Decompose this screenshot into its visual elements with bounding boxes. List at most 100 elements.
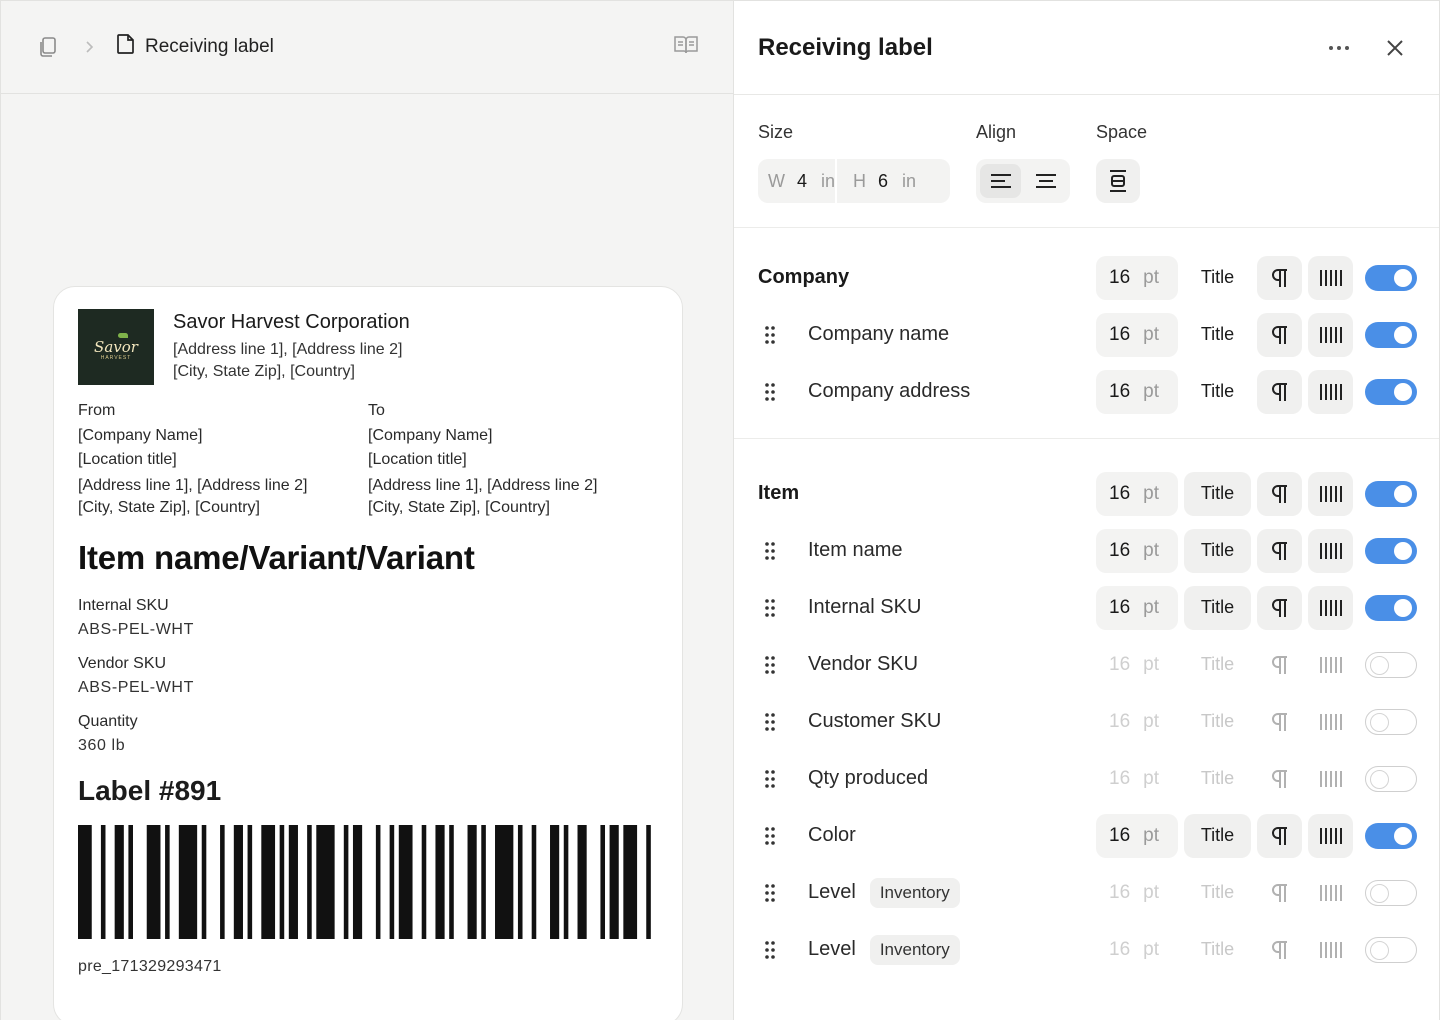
barcode-bar (307, 825, 312, 939)
drag-handle-icon[interactable] (758, 325, 782, 345)
text-style-select[interactable]: Title (1184, 471, 1251, 516)
visibility-toggle[interactable] (1365, 936, 1417, 963)
field-controls: 16 pt Title (1096, 807, 1417, 864)
book-open-icon[interactable] (673, 34, 699, 61)
barcode-icon (1319, 326, 1342, 343)
font-size-input[interactable]: 16 pt (1096, 369, 1178, 414)
barcode-bar (279, 825, 285, 939)
barcode-button[interactable] (1308, 369, 1353, 414)
paragraph-button[interactable] (1257, 471, 1302, 516)
visibility-toggle[interactable] (1365, 708, 1417, 735)
paragraph-button[interactable] (1257, 757, 1302, 801)
visibility-toggle[interactable] (1365, 264, 1417, 291)
barcode-button[interactable] (1308, 928, 1353, 972)
barcode-icon (1319, 599, 1342, 616)
visibility-toggle[interactable] (1365, 765, 1417, 792)
font-size-input[interactable]: 16 pt (1096, 871, 1178, 915)
drag-handle-icon[interactable] (758, 712, 782, 732)
barcode-button[interactable] (1308, 700, 1353, 744)
text-style-select[interactable]: Title (1184, 813, 1251, 858)
breadcrumb-current[interactable]: Receiving label (115, 32, 274, 62)
paragraph-button[interactable] (1257, 369, 1302, 414)
copy-pages-icon[interactable] (35, 34, 61, 60)
font-size-input[interactable]: 16 pt (1096, 585, 1178, 630)
field-row: Item name 16 pt Title (734, 522, 1439, 579)
drag-handle-icon[interactable] (758, 883, 782, 903)
align-center-button[interactable] (1025, 164, 1066, 198)
more-options-button[interactable] (1319, 28, 1359, 68)
barcode-bar (435, 825, 445, 939)
text-style-select[interactable]: Title (1184, 700, 1251, 744)
field-row: Vendor SKU 16 pt Title (734, 636, 1439, 693)
barcode-bar (316, 825, 335, 939)
barcode-button[interactable] (1308, 255, 1353, 300)
font-size-input[interactable]: 16 pt (1096, 700, 1178, 744)
barcode-button[interactable] (1308, 471, 1353, 516)
barcode-bar (114, 825, 124, 939)
barcode-button[interactable] (1308, 312, 1353, 357)
drag-handle-icon[interactable] (758, 382, 782, 402)
close-button[interactable] (1375, 28, 1415, 68)
paragraph-button[interactable] (1257, 700, 1302, 744)
visibility-toggle[interactable] (1365, 594, 1417, 621)
drag-handle-icon[interactable] (758, 826, 782, 846)
barcode-bar (146, 825, 161, 939)
text-style-select[interactable]: Title (1184, 928, 1251, 972)
text-style-select[interactable]: Title (1184, 313, 1251, 357)
align-left-button[interactable] (980, 164, 1021, 198)
barcode-button[interactable] (1308, 643, 1353, 687)
text-style-select[interactable]: Title (1184, 643, 1251, 687)
text-style-select[interactable]: Title (1184, 871, 1251, 915)
size-inputs: W 4 in H 6 in (758, 159, 950, 203)
font-size-input[interactable]: 16 pt (1096, 471, 1178, 516)
text-style-select[interactable]: Title (1184, 256, 1251, 300)
font-size-input[interactable]: 16 pt (1096, 528, 1178, 573)
font-size-input[interactable]: 16 pt (1096, 813, 1178, 858)
pilcrow-icon (1271, 598, 1287, 617)
font-size-input[interactable]: 16 pt (1096, 928, 1178, 972)
drag-handle-icon[interactable] (758, 541, 782, 561)
paragraph-button[interactable] (1257, 255, 1302, 300)
text-style-select[interactable]: Title (1184, 370, 1251, 414)
barcode-icon (1319, 383, 1342, 400)
paragraph-button[interactable] (1257, 585, 1302, 630)
paragraph-button[interactable] (1257, 312, 1302, 357)
paragraph-button[interactable] (1257, 928, 1302, 972)
drag-handle-icon[interactable] (758, 769, 782, 789)
visibility-toggle[interactable] (1365, 879, 1417, 906)
item-title: Item name/Variant/Variant (78, 539, 475, 576)
paragraph-button[interactable] (1257, 813, 1302, 858)
font-size-input[interactable]: 16 pt (1096, 757, 1178, 801)
visibility-toggle[interactable] (1365, 651, 1417, 678)
paragraph-button[interactable] (1257, 871, 1302, 915)
text-style-select[interactable]: Title (1184, 585, 1251, 630)
breadcrumb: Receiving label (1, 0, 733, 94)
barcode-button[interactable] (1308, 871, 1353, 915)
paragraph-button[interactable] (1257, 528, 1302, 573)
font-size-input[interactable]: 16 pt (1096, 643, 1178, 687)
text-style-select[interactable]: Title (1184, 528, 1251, 573)
paragraph-button[interactable] (1257, 643, 1302, 687)
font-size-input[interactable]: 16 pt (1096, 312, 1178, 357)
drag-handle-icon[interactable] (758, 940, 782, 960)
visibility-toggle[interactable] (1365, 480, 1417, 507)
barcode-button[interactable] (1308, 813, 1353, 858)
height-input[interactable]: H 6 in (835, 159, 916, 203)
drag-handle-icon[interactable] (758, 598, 782, 618)
close-icon (1387, 39, 1403, 56)
barcode-button[interactable] (1308, 585, 1353, 630)
visibility-toggle[interactable] (1365, 822, 1417, 849)
visibility-toggle[interactable] (1365, 537, 1417, 564)
barcode-icon (1319, 884, 1342, 901)
barcode-bar (375, 825, 381, 939)
barcode-button[interactable] (1308, 757, 1353, 801)
visibility-toggle[interactable] (1365, 321, 1417, 348)
font-size-input[interactable]: 16 pt (1096, 255, 1178, 300)
barcode-button[interactable] (1308, 528, 1353, 573)
visibility-toggle[interactable] (1365, 378, 1417, 405)
width-input[interactable]: W 4 in (758, 159, 835, 203)
barcode-bar (165, 825, 170, 939)
drag-handle-icon[interactable] (758, 655, 782, 675)
spacing-button[interactable] (1096, 159, 1140, 203)
text-style-select[interactable]: Title (1184, 757, 1251, 801)
